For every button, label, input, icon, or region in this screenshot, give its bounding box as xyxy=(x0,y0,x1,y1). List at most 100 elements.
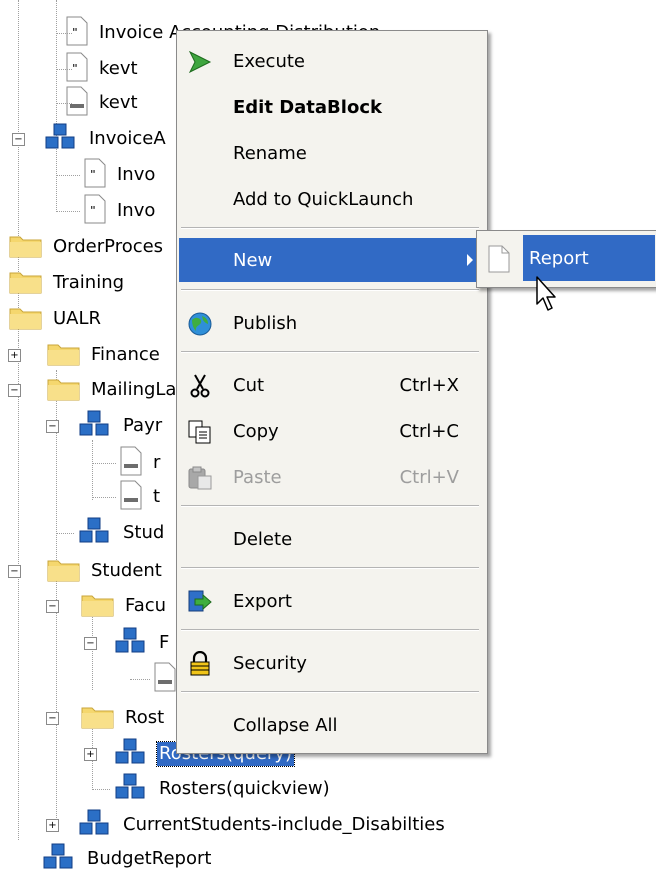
mouse-pointer-icon xyxy=(536,276,560,319)
tree-item[interactable]: Finance xyxy=(46,338,162,372)
paste-icon xyxy=(187,465,213,491)
menu-separator xyxy=(181,629,479,631)
copy-icon xyxy=(187,419,213,445)
folder-icon xyxy=(46,555,82,588)
folder-icon xyxy=(46,339,82,372)
datablock-icon xyxy=(76,516,114,551)
shortcut-label: Ctrl+V xyxy=(399,466,459,488)
tree-item-label: Rosters(quickview) xyxy=(159,778,330,799)
tree-item[interactable]: BudgetReport xyxy=(40,842,213,876)
tree-connector-line xyxy=(18,340,19,840)
tree-item-label: Payr xyxy=(123,415,163,436)
tree-item[interactable]: t xyxy=(92,480,162,514)
expand-toggle[interactable]: + xyxy=(8,349,21,362)
tree-item-label: MailingLa xyxy=(91,379,177,400)
menu-item-publish[interactable]: Publish xyxy=(179,301,485,345)
svg-text:": " xyxy=(90,168,96,181)
tree-item[interactable]: " Invo xyxy=(56,158,157,193)
collapse-toggle[interactable]: − xyxy=(46,420,59,433)
menu-item-new[interactable]: New xyxy=(179,238,485,282)
menu-item-cut[interactable]: Cut Ctrl+X xyxy=(179,363,485,407)
menu-item-copy[interactable]: Copy Ctrl+C xyxy=(179,409,485,453)
tree-item-label: kevt xyxy=(99,92,138,113)
tree-item-label: CurrentStudents-include_Disabilties xyxy=(123,814,445,835)
datablock-icon xyxy=(76,808,114,843)
tree-item-label: UALR xyxy=(53,308,102,329)
tree-item[interactable]: Facu xyxy=(80,589,168,623)
collapse-toggle[interactable]: − xyxy=(12,133,25,146)
svg-text:": " xyxy=(72,62,78,75)
menu-item-execute[interactable]: Execute xyxy=(179,39,485,83)
menu-separator xyxy=(181,505,479,507)
datablock-icon xyxy=(40,842,78,877)
menu-item-delete[interactable]: Delete xyxy=(179,517,485,561)
tree-item-label: Finance xyxy=(91,344,160,365)
tree-item-label: Invo xyxy=(117,164,156,185)
folder-icon xyxy=(8,303,44,336)
folder-icon xyxy=(46,374,82,407)
menu-item-paste[interactable]: Paste Ctrl+V xyxy=(179,455,485,499)
tree-item-label: Invo xyxy=(117,200,156,221)
menu-item-edit-datablock[interactable]: Edit DataBlock xyxy=(179,85,485,129)
tree-item[interactable]: InvoiceA xyxy=(42,122,168,156)
quote-doc-icon: " xyxy=(82,158,108,193)
menu-item-security[interactable]: Security xyxy=(179,641,485,685)
export-icon xyxy=(187,589,213,615)
tree-item[interactable]: F xyxy=(112,626,171,660)
tree-item[interactable]: Rost xyxy=(80,701,166,735)
execute-arrow-icon xyxy=(187,49,213,75)
menu-item-add-to-quicklaunch[interactable]: Add to QuickLaunch xyxy=(179,177,485,221)
context-menu: Execute Edit DataBlock Rename Add to Qui… xyxy=(176,30,488,754)
datablock-icon xyxy=(112,626,150,661)
tree-item[interactable]: CurrentStudents-include_Disabilties xyxy=(76,808,447,842)
datablock-icon xyxy=(112,737,150,772)
tree-item-label: Facu xyxy=(125,595,167,616)
tree-item[interactable]: kevt xyxy=(56,86,140,120)
collapse-toggle[interactable]: − xyxy=(46,600,59,613)
folder-icon xyxy=(80,590,116,623)
tree-item-label: kevt xyxy=(99,58,138,79)
tree-item-label: OrderProces xyxy=(53,236,164,257)
tree-item[interactable]: OrderProces xyxy=(8,230,165,264)
publish-globe-icon xyxy=(187,311,213,337)
tree-item[interactable]: UALR xyxy=(8,302,103,336)
tree-item-label: InvoiceA xyxy=(89,128,166,149)
expand-toggle[interactable]: + xyxy=(84,748,97,761)
tree-connector-line xyxy=(56,0,57,210)
scissors-icon xyxy=(187,373,213,399)
menu-item-collapse-all[interactable]: Collapse All xyxy=(179,703,485,747)
tree-item[interactable]: MailingLa xyxy=(46,373,178,407)
datablock-icon xyxy=(42,122,80,157)
quickview-doc-icon xyxy=(152,662,178,697)
tree-item[interactable]: Student xyxy=(46,554,164,588)
blank-page-icon xyxy=(487,245,511,278)
shortcut-label: Ctrl+X xyxy=(399,374,459,396)
menu-separator xyxy=(181,691,479,693)
menu-item-rename[interactable]: Rename xyxy=(179,131,485,175)
collapse-toggle[interactable]: − xyxy=(8,384,21,397)
padlock-icon xyxy=(187,650,213,677)
collapse-toggle[interactable]: − xyxy=(8,565,21,578)
collapse-toggle[interactable]: − xyxy=(46,712,59,725)
folder-icon xyxy=(8,231,44,264)
svg-text:": " xyxy=(72,26,78,39)
folder-icon xyxy=(8,267,44,300)
menu-separator xyxy=(181,351,479,353)
tree-item-label: r xyxy=(153,452,161,473)
svg-text:": " xyxy=(90,204,96,217)
tree-item[interactable]: " Invo xyxy=(56,194,157,228)
tree-item[interactable]: Stud xyxy=(56,516,166,551)
menu-item-export[interactable]: Export xyxy=(179,579,485,623)
tree-item[interactable]: " kevt xyxy=(56,52,140,86)
datablock-icon xyxy=(112,772,150,807)
menu-separator xyxy=(181,567,479,569)
submenu-item-report[interactable]: Report xyxy=(523,235,655,281)
collapse-toggle[interactable]: − xyxy=(84,637,97,650)
tree-item[interactable]: Training xyxy=(8,266,126,300)
tree-item[interactable]: Payr xyxy=(76,409,164,443)
tree-item[interactable]: r xyxy=(92,446,162,481)
quickview-doc-icon xyxy=(118,446,144,481)
submenu-new: Report xyxy=(476,230,656,288)
tree-item[interactable]: Rosters(quickview) xyxy=(92,772,332,807)
expand-toggle[interactable]: + xyxy=(46,819,59,832)
